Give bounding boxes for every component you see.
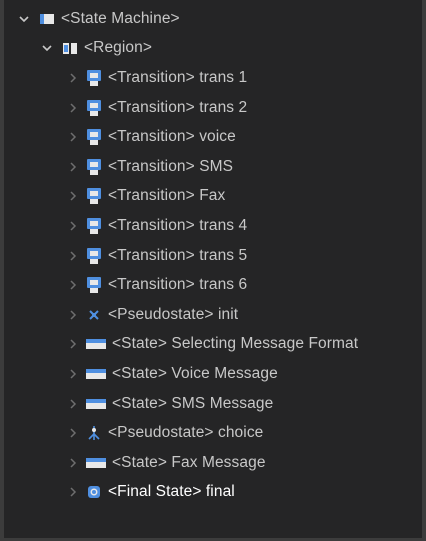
transition-icon bbox=[86, 129, 102, 145]
transition-icon bbox=[86, 159, 102, 175]
state-icon bbox=[86, 366, 106, 382]
tree-item-label: <Transition> trans 2 bbox=[108, 99, 248, 116]
tree-item-label: <State> Voice Message bbox=[112, 365, 278, 382]
tree-item-transition[interactable]: <Transition> trans 1 bbox=[4, 65, 422, 91]
tree-item-transition[interactable]: <Transition> trans 2 bbox=[4, 95, 422, 121]
tree-item-pseudostate[interactable]: <Pseudostate> choice bbox=[4, 420, 422, 446]
model-explorer-tree: <State Machine> <Region> <Transition> tr… bbox=[0, 0, 426, 541]
state-machine-icon bbox=[39, 11, 55, 27]
chevron-right-icon[interactable] bbox=[66, 71, 80, 85]
tree-item-label: <State> Fax Message bbox=[112, 454, 266, 471]
tree-item-transition[interactable]: <Transition> SMS bbox=[4, 154, 422, 180]
tree-item-transition[interactable]: <Transition> trans 5 bbox=[4, 243, 422, 269]
transition-icon bbox=[86, 100, 102, 116]
chevron-right-icon[interactable] bbox=[66, 101, 80, 115]
chevron-right-icon[interactable] bbox=[66, 130, 80, 144]
final-state-icon bbox=[86, 484, 102, 500]
tree-item-state[interactable]: <State> Fax Message bbox=[4, 450, 422, 476]
tree-item-label: <State> Selecting Message Format bbox=[112, 335, 359, 352]
transition-icon bbox=[86, 248, 102, 264]
tree-item-state[interactable]: <State> Selecting Message Format bbox=[4, 331, 422, 357]
tree-item-pseudostate[interactable]: <Pseudostate> init bbox=[4, 302, 422, 328]
chevron-right-icon[interactable] bbox=[66, 219, 80, 233]
chevron-right-icon[interactable] bbox=[66, 278, 80, 292]
tree-item-transition[interactable]: <Transition> voice bbox=[4, 124, 422, 150]
tree-item-state-machine[interactable]: <State Machine> bbox=[4, 6, 422, 32]
tree-item-label: <Transition> Fax bbox=[108, 187, 226, 204]
tree-item-label: <Transition> voice bbox=[108, 128, 236, 145]
state-icon bbox=[86, 396, 106, 412]
tree-item-state[interactable]: <State> Voice Message bbox=[4, 361, 422, 387]
tree-item-label: <State Machine> bbox=[61, 10, 180, 27]
chevron-down-icon[interactable] bbox=[40, 41, 54, 55]
tree-item-label: <Transition> trans 5 bbox=[108, 247, 248, 264]
tree-item-label: <Transition> trans 1 bbox=[108, 69, 248, 86]
tree-item-transition[interactable]: <Transition> trans 6 bbox=[4, 272, 422, 298]
tree-item-transition[interactable]: <Transition> trans 4 bbox=[4, 213, 422, 239]
chevron-right-icon[interactable] bbox=[66, 308, 80, 322]
transition-icon bbox=[86, 188, 102, 204]
chevron-right-icon[interactable] bbox=[66, 397, 80, 411]
transition-icon bbox=[86, 70, 102, 86]
chevron-right-icon[interactable] bbox=[66, 160, 80, 174]
tree-item-state[interactable]: <State> SMS Message bbox=[4, 391, 422, 417]
chevron-right-icon[interactable] bbox=[66, 456, 80, 470]
chevron-right-icon[interactable] bbox=[66, 426, 80, 440]
region-icon bbox=[62, 40, 78, 56]
tree-item-label: <Transition> trans 4 bbox=[108, 217, 248, 234]
tree-item-label: <Transition> trans 6 bbox=[108, 276, 248, 293]
state-icon bbox=[86, 455, 106, 471]
transition-icon bbox=[86, 218, 102, 234]
state-icon bbox=[86, 336, 106, 352]
tree-item-label: <Final State> final bbox=[108, 483, 235, 500]
tree-item-label: <Pseudostate> init bbox=[108, 306, 239, 323]
tree-item-label: <Region> bbox=[84, 39, 153, 56]
tree-item-label: <State> SMS Message bbox=[112, 395, 274, 412]
transition-icon bbox=[86, 277, 102, 293]
chevron-right-icon[interactable] bbox=[66, 485, 80, 499]
tree-item-final-state[interactable]: <Final State> final bbox=[4, 479, 422, 505]
chevron-right-icon[interactable] bbox=[66, 337, 80, 351]
chevron-right-icon[interactable] bbox=[66, 249, 80, 263]
tree-item-label: <Transition> SMS bbox=[108, 158, 234, 175]
chevron-right-icon[interactable] bbox=[66, 367, 80, 381]
tree-item-label: <Pseudostate> choice bbox=[108, 424, 264, 441]
pseudostate-initial-icon bbox=[86, 307, 102, 323]
tree-item-transition[interactable]: <Transition> Fax bbox=[4, 183, 422, 209]
tree-item-region[interactable]: <Region> bbox=[4, 35, 422, 61]
chevron-right-icon[interactable] bbox=[66, 189, 80, 203]
pseudostate-choice-icon bbox=[86, 425, 102, 441]
chevron-down-icon[interactable] bbox=[17, 12, 31, 26]
